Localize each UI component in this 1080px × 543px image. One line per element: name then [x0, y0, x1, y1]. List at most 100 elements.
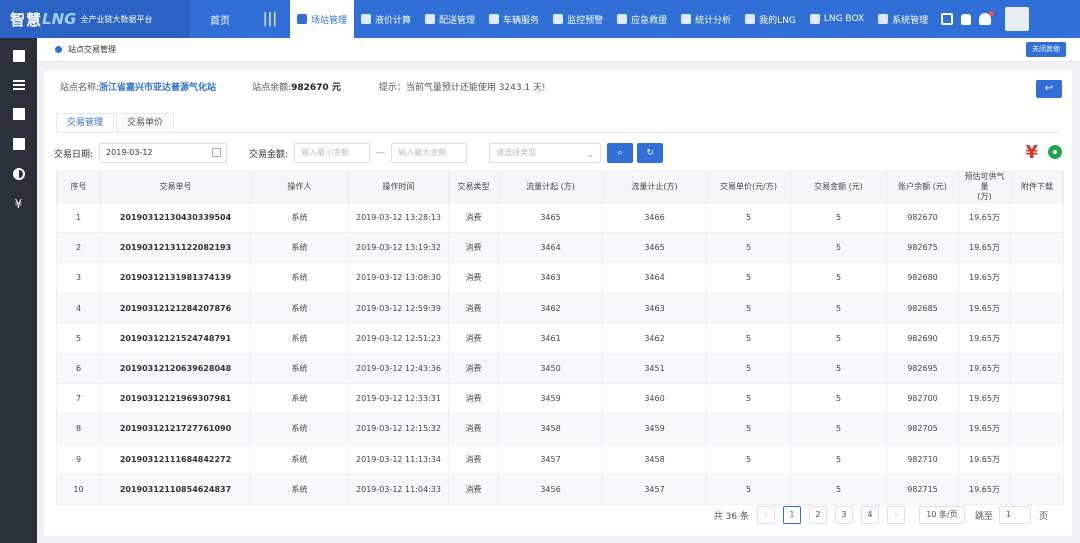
menu-lines-icon[interactable]	[12, 80, 25, 90]
search-button[interactable]: ⌕	[607, 143, 634, 163]
table-row[interactable]: 7 20190312121969307981 系统 2019-03-12 12:33:…	[56, 383, 1064, 415]
prev-page-button[interactable]: ‹	[756, 506, 775, 524]
table-row[interactable]: 9 20190312111684842272 系统 2019-03-12 11:13:…	[56, 443, 1064, 475]
table-row[interactable]: 1 20190312130430339504 系统 2019-03-12 13:28:…	[56, 201, 1064, 234]
cell-attachment[interactable]	[1010, 322, 1064, 354]
calendar-icon	[212, 148, 222, 157]
cell-index: 9	[56, 443, 101, 475]
cell-time: 2019-03-12 12:43:36	[348, 352, 449, 385]
page-button[interactable]: 1	[782, 506, 801, 524]
table-row[interactable]: 3 20190312131981374139 系统 2019-03-12 13:08:…	[56, 262, 1064, 294]
station-info: 站点名称: 浙江省嘉兴市亚达普源气化站 站点余额: 982670 元 提示：当前…	[60, 80, 546, 93]
cell-attachment[interactable]	[1010, 262, 1064, 294]
cell-time: 2019-03-12 13:08:30	[348, 262, 449, 294]
table-row[interactable]: 8 20190312121727761090 系统 2019-03-12 12:15:…	[56, 413, 1064, 445]
cell-meter-end: 3464	[602, 262, 707, 294]
calc-icon	[361, 14, 372, 24]
document-icon[interactable]	[12, 138, 25, 150]
goto-page-input[interactable]: 1	[998, 506, 1031, 524]
nav-monitoring[interactable]: 监控预警	[546, 0, 610, 38]
nav-emergency[interactable]: 应急救援	[610, 0, 674, 38]
cell-attachment[interactable]	[1010, 473, 1064, 505]
lock-icon[interactable]	[961, 13, 972, 25]
cell-index: 8	[56, 413, 101, 445]
nav-vehicle-service[interactable]: 车辆服务	[482, 0, 546, 38]
nav-lng-box[interactable]: LNG BOX	[803, 0, 871, 38]
gear-icon[interactable]	[1048, 145, 1062, 159]
tab-station-transactions[interactable]: 站点交易管理	[45, 41, 126, 59]
nav-label: 配送管理	[439, 15, 476, 26]
nav-statistics[interactable]: 统计分析	[674, 0, 738, 38]
col-header: 序号	[56, 171, 101, 203]
nav-price-calc[interactable]: 液价计算	[354, 0, 418, 38]
cell-gas-estimate: 19.65万	[958, 352, 1011, 385]
box-icon	[809, 14, 820, 24]
layers-icon	[297, 14, 307, 24]
table-row[interactable]: 10 20190312110854624837 系统 2019-03-12 11:04…	[56, 473, 1064, 505]
max-amount-input[interactable]: 输入最大金额	[391, 143, 468, 163]
chevron-down-icon: ⌄	[586, 150, 595, 160]
type-select[interactable]: 请选择类型 ⌄	[489, 143, 602, 163]
col-header: 交易类型	[448, 171, 499, 203]
close-others-button[interactable]: 关闭其他	[1026, 42, 1066, 57]
page-button[interactable]: 2	[808, 506, 827, 524]
table-row[interactable]: 5 20190312121524748791 系统 2019-03-12 12:51:…	[56, 322, 1064, 354]
cell-meter-start: 3461	[498, 322, 603, 354]
cell-meter-start: 3457	[498, 443, 603, 475]
date-picker[interactable]: 2019-03-12	[99, 143, 228, 163]
cell-gas-estimate: 19.65万	[958, 473, 1011, 505]
back-button[interactable]: ↩	[1036, 80, 1062, 98]
cell-unit-price: 5	[706, 262, 791, 294]
cell-index: 7	[56, 383, 101, 415]
cell-attachment[interactable]	[1010, 292, 1064, 324]
cell-operator: 系统	[250, 383, 349, 415]
fullscreen-icon[interactable]	[941, 13, 954, 25]
nav-my-lng[interactable]: 我的LNG	[738, 0, 803, 38]
cell-attachment[interactable]	[1010, 352, 1064, 385]
bell-icon[interactable]	[979, 11, 995, 25]
cell-txn-id: 20190312111684842272	[100, 443, 251, 475]
date-value: 2019-03-12	[106, 148, 153, 157]
nav-home[interactable]: 首页	[190, 0, 250, 38]
nav-delivery[interactable]: 配送管理	[418, 0, 482, 38]
cell-attachment[interactable]	[1010, 383, 1064, 415]
station-name[interactable]: 浙江省嘉兴市亚达普源气化站	[99, 80, 216, 93]
nav-label: 统计分析	[695, 15, 732, 26]
cell-index: 3	[56, 262, 101, 294]
cell-amount: 5	[790, 473, 887, 505]
table-row[interactable]: 6 20190312120639628048 系统 2019-03-12 12:43:…	[56, 352, 1064, 385]
table-row[interactable]: 4 20190312121284207876 系统 2019-03-12 12:59:…	[56, 292, 1064, 324]
next-page-button[interactable]: ›	[886, 506, 905, 524]
square-icon[interactable]	[12, 50, 25, 62]
tab-transaction-price[interactable]: 交易单价	[116, 113, 175, 132]
refresh-button[interactable]: ↻	[637, 143, 664, 163]
nav-station-management[interactable]: 场站管理	[290, 0, 355, 38]
tab-transaction-management[interactable]: 交易管理	[56, 113, 115, 132]
yuan-icon[interactable]: ¥	[1025, 142, 1038, 163]
nav-label: 系统管理	[892, 15, 929, 26]
table-row[interactable]: 2 20190312131122082193 系统 2019-03-12 13:19:…	[56, 232, 1064, 264]
cell-attachment[interactable]	[1010, 413, 1064, 445]
copy-icon[interactable]	[12, 108, 25, 120]
cell-attachment[interactable]	[1010, 443, 1064, 475]
station-name-label: 站点名称:	[60, 83, 100, 93]
page-button[interactable]: 3	[834, 506, 853, 524]
avatar[interactable]	[1005, 7, 1030, 31]
page-button[interactable]: 4	[860, 506, 879, 524]
cell-amount: 5	[790, 232, 887, 264]
truck-icon	[425, 14, 436, 24]
nav-system-management[interactable]: 系统管理	[871, 0, 935, 38]
cell-attachment[interactable]	[1010, 201, 1064, 234]
menu-toggle-icon[interactable]: |||	[250, 0, 290, 38]
nav-label: 监控预警	[567, 15, 604, 26]
page-size-select[interactable]: 10 条/页	[918, 506, 965, 524]
search-icon: ⌕	[617, 148, 623, 158]
total-count: 共 36 条	[713, 511, 749, 522]
nav-label: 场站管理	[311, 15, 348, 26]
yen-icon[interactable]: ¥	[13, 198, 25, 210]
min-amount-input[interactable]: 输入最小金额	[294, 143, 371, 163]
cell-operator: 系统	[250, 413, 349, 445]
contrast-icon[interactable]	[12, 168, 25, 180]
max-amount-placeholder: 输入最大金额	[398, 148, 447, 157]
cell-attachment[interactable]	[1010, 232, 1064, 264]
